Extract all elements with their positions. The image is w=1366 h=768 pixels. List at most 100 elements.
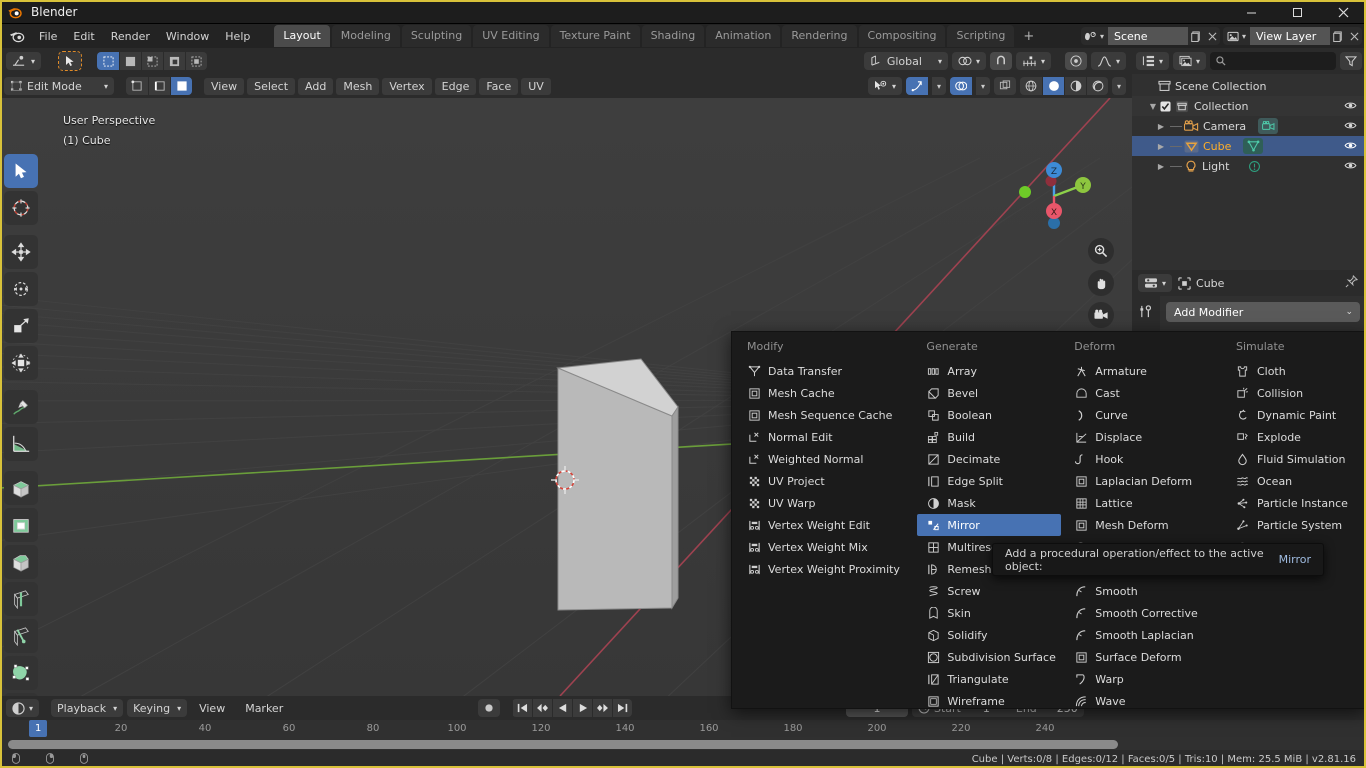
- modifier-item-mesh-sequence-cache[interactable]: Mesh Sequence Cache: [738, 404, 913, 426]
- modifier-item-vertex-weight-proximity[interactable]: Vertex Weight Proximity: [738, 558, 913, 580]
- modifier-item-lattice[interactable]: Lattice: [1065, 492, 1223, 514]
- visibility-eye-icon[interactable]: [1344, 140, 1357, 153]
- tool-poly-build[interactable]: [4, 656, 38, 690]
- modifier-item-cloth[interactable]: Cloth: [1227, 360, 1361, 382]
- tool-extrude-region[interactable]: [4, 471, 38, 505]
- modifier-item-curve[interactable]: Curve: [1065, 404, 1223, 426]
- proportional-falloff-selector[interactable]: ▾: [1090, 52, 1126, 70]
- mesh-data-icon[interactable]: [1243, 138, 1264, 154]
- camera-object-data-icon[interactable]: [1258, 118, 1279, 134]
- delete-scene-button[interactable]: [1204, 27, 1220, 45]
- outliner-editor-type-icon[interactable]: ▾: [1136, 52, 1170, 70]
- modifier-item-ocean[interactable]: Ocean: [1227, 470, 1361, 492]
- scene-icon[interactable]: ▾: [1080, 27, 1108, 45]
- mode-selector[interactable]: Edit Mode ▾: [4, 77, 114, 95]
- viewport-menu-edge[interactable]: Edge: [434, 77, 477, 95]
- collection-checkbox[interactable]: [1160, 100, 1171, 112]
- timeline-editor-type-icon[interactable]: ▾: [6, 699, 40, 717]
- modifier-item-wave[interactable]: Wave: [1065, 690, 1223, 708]
- modifier-item-edge-split[interactable]: Edge Split: [917, 470, 1061, 492]
- tool-bevel[interactable]: [4, 545, 38, 579]
- modifier-item-armature[interactable]: Armature: [1065, 360, 1223, 382]
- timeline-menu-marker[interactable]: Marker: [237, 699, 291, 718]
- viewport-menu-vertex[interactable]: Vertex: [382, 77, 432, 95]
- light-data-icon[interactable]: [1246, 158, 1262, 174]
- modifier-item-boolean[interactable]: Boolean: [917, 404, 1061, 426]
- timeline-scrollbar[interactable]: [8, 740, 1118, 749]
- snap-magnet-icon[interactable]: [989, 52, 1012, 70]
- outliner-row-collection[interactable]: ▼ Collection: [1132, 96, 1366, 116]
- edge-select-mode-icon[interactable]: [148, 77, 170, 95]
- modifier-item-particle-system[interactable]: Particle System: [1227, 514, 1361, 536]
- outliner-display-mode-icon[interactable]: ▾: [1173, 52, 1207, 70]
- close-button[interactable]: [1320, 0, 1366, 24]
- timeline-menu-playback[interactable]: Playback ▾: [51, 699, 124, 717]
- pivot-point-selector[interactable]: ▾: [951, 52, 986, 70]
- select-invert-icon[interactable]: [163, 52, 186, 70]
- add-modifier-menu[interactable]: Modify Data Transfer Mesh Cache Mesh Seq…: [731, 331, 1366, 709]
- new-viewlayer-button[interactable]: [1330, 27, 1347, 45]
- viewport-menu-uv[interactable]: UV: [521, 77, 551, 95]
- workspace-tab-layout[interactable]: Layout: [274, 25, 330, 47]
- modifier-item-uv-warp[interactable]: UV Warp: [738, 492, 913, 514]
- show-overlays-icon[interactable]: [950, 77, 972, 95]
- visibility-selector[interactable]: ▾: [867, 77, 902, 95]
- add-modifier-button[interactable]: Add Modifier ⌄: [1166, 302, 1360, 322]
- modifier-item-fluid-simulation[interactable]: Fluid Simulation: [1227, 448, 1361, 470]
- outliner-row-scene-collection[interactable]: Scene Collection: [1132, 76, 1366, 96]
- modifier-item-collision[interactable]: Collision: [1227, 382, 1361, 404]
- wireframe-shading-icon[interactable]: [1020, 77, 1042, 95]
- navigation-gizmo[interactable]: Z Y X: [1014, 156, 1094, 236]
- modifier-item-uv-project[interactable]: UV Project: [738, 470, 913, 492]
- viewport-menu-select[interactable]: Select: [247, 77, 296, 95]
- delete-viewlayer-button[interactable]: [1347, 27, 1362, 45]
- modifier-item-mirror[interactable]: Mirror: [917, 514, 1062, 536]
- face-select-mode-icon[interactable]: [170, 77, 192, 95]
- rendered-shading-icon[interactable]: [1086, 77, 1108, 95]
- gizmo-dropdown-icon[interactable]: ▾: [932, 77, 946, 95]
- scene-name[interactable]: Scene: [1107, 27, 1188, 45]
- modifier-item-mesh-deform[interactable]: Mesh Deform: [1065, 514, 1223, 536]
- modifier-item-laplacian-deform[interactable]: Laplacian Deform: [1065, 470, 1223, 492]
- select-extend-icon[interactable]: [119, 52, 142, 70]
- transform-orientation-selector[interactable]: Global ▾: [863, 52, 948, 70]
- modifier-item-subdivision-surface[interactable]: Subdivision Surface: [917, 646, 1061, 668]
- menu-help[interactable]: Help: [217, 27, 258, 46]
- play-reverse-button[interactable]: [552, 699, 572, 717]
- jump-to-end-button[interactable]: [612, 699, 632, 717]
- modifier-item-smooth[interactable]: Smooth: [1065, 580, 1223, 602]
- tool-cursor[interactable]: [4, 191, 38, 225]
- play-button[interactable]: [572, 699, 592, 717]
- modifier-item-decimate[interactable]: Decimate: [917, 448, 1061, 470]
- viewport-menu-view[interactable]: View: [204, 77, 245, 95]
- modifier-item-smooth-corrective[interactable]: Smooth Corrective: [1065, 602, 1223, 624]
- viewport-menu-mesh[interactable]: Mesh: [336, 77, 380, 95]
- viewport-menu-face[interactable]: Face: [479, 77, 519, 95]
- viewport-menu-add[interactable]: Add: [298, 77, 334, 95]
- outliner-search-input[interactable]: [1210, 52, 1336, 70]
- tool-scale[interactable]: [4, 309, 38, 343]
- active-tool-icon[interactable]: ▾: [6, 52, 42, 70]
- properties-tab-modifier[interactable]: [1139, 304, 1154, 322]
- workspace-tab-shading[interactable]: Shading: [641, 25, 705, 47]
- workspace-tab-texture-paint[interactable]: Texture Paint: [550, 25, 640, 47]
- tool-annotate[interactable]: [4, 390, 38, 424]
- viewlayer-selector[interactable]: ▾ View Layer: [1222, 27, 1362, 45]
- tool-knife[interactable]: [4, 619, 38, 653]
- pan-hand-icon[interactable]: [1088, 270, 1114, 296]
- overlays-dropdown-icon[interactable]: ▾: [976, 77, 990, 95]
- xray-toggle-icon[interactable]: [994, 77, 1016, 95]
- timeline-scale[interactable]: 20 40 60 80 100 120 140 160 180 200 220 …: [0, 720, 1132, 750]
- chevron-right-icon[interactable]: ▶: [1154, 142, 1168, 151]
- add-workspace-button[interactable]: +: [1016, 26, 1041, 47]
- minimize-button[interactable]: [1228, 0, 1274, 24]
- viewlayer-name[interactable]: View Layer: [1250, 27, 1330, 45]
- modifier-item-mask[interactable]: Mask: [917, 492, 1061, 514]
- workspace-tab-compositing[interactable]: Compositing: [858, 25, 946, 47]
- modifier-item-hook[interactable]: Hook: [1065, 448, 1223, 470]
- tool-transform[interactable]: [4, 346, 38, 380]
- blender-menu-icon[interactable]: [6, 28, 28, 44]
- modifier-item-vertex-weight-mix[interactable]: Vertex Weight Mix: [738, 536, 913, 558]
- modifier-item-warp[interactable]: Warp: [1065, 668, 1223, 690]
- modifier-item-dynamic-paint[interactable]: Dynamic Paint: [1227, 404, 1361, 426]
